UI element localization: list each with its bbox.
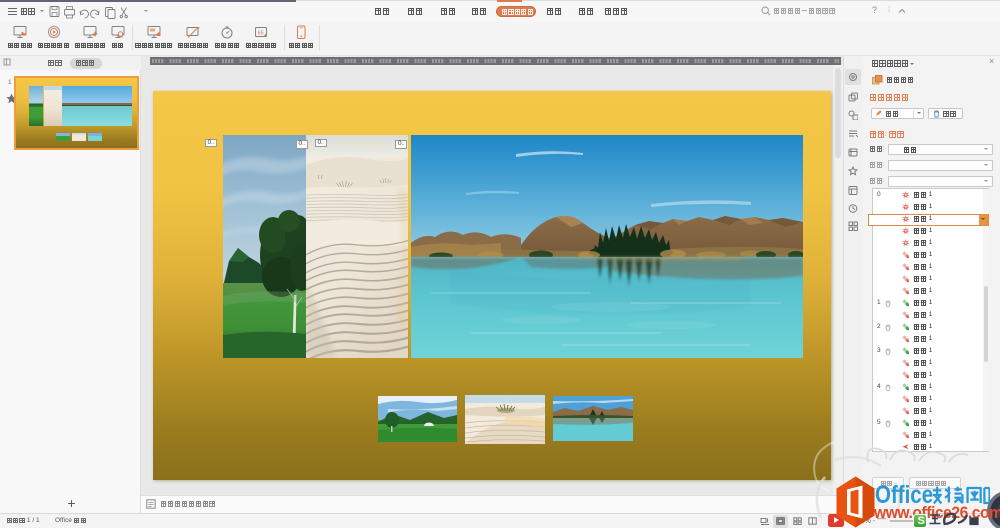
svg-text:65: 65 bbox=[258, 30, 264, 36]
